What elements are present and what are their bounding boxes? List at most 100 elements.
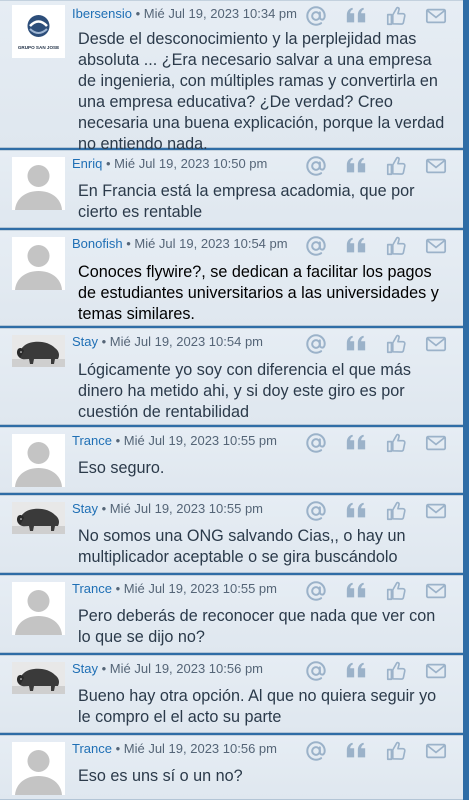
post-text: Eso seguro.: [78, 459, 165, 477]
post-date: Mié Jul 19, 2023 10:50 pm: [114, 156, 268, 171]
mention-icon[interactable]: [305, 580, 327, 602]
post-text: Pero deberás de reconocer que nada que v…: [78, 607, 436, 646]
message-icon[interactable]: [425, 5, 447, 27]
message-icon[interactable]: [425, 660, 447, 682]
mention-icon[interactable]: [305, 500, 327, 522]
avatar[interactable]: [12, 335, 65, 367]
quote-icon[interactable]: [345, 5, 367, 27]
post: Trance • Mié Jul 19, 2023 10:56 pm Eso e…: [0, 735, 463, 800]
like-icon[interactable]: [385, 155, 407, 177]
post-date: Mié Jul 19, 2023 10:55 pm: [123, 581, 277, 596]
post-date: Mié Jul 19, 2023 10:56 pm: [123, 741, 277, 756]
post-text: Bueno hay otra opción. Al que no quiera …: [78, 687, 437, 726]
post-date: Mié Jul 19, 2023 10:54 pm: [134, 236, 288, 251]
like-icon[interactable]: [385, 5, 407, 27]
post-author[interactable]: Bonofish: [72, 236, 123, 251]
post-text: Eso es uns sí o un no?: [78, 767, 243, 785]
post-meta: Trance • Mié Jul 19, 2023 10:56 pm: [72, 741, 277, 756]
message-icon[interactable]: [425, 155, 447, 177]
avatar[interactable]: [12, 157, 65, 210]
message-icon[interactable]: [425, 580, 447, 602]
avatar[interactable]: [12, 434, 65, 487]
bison-avatar-icon: [12, 502, 65, 534]
post-author[interactable]: Trance: [72, 581, 112, 596]
post-meta: Enriq • Mié Jul 19, 2023 10:50 pm: [72, 156, 268, 171]
post-author[interactable]: Trance: [72, 741, 112, 756]
post-date: Mié Jul 19, 2023 10:55 pm: [123, 433, 277, 448]
post: Trance • Mié Jul 19, 2023 10:55 pm Eso s…: [0, 427, 463, 493]
message-icon[interactable]: [425, 432, 447, 454]
quote-icon[interactable]: [345, 740, 367, 762]
quote-icon[interactable]: [345, 155, 367, 177]
avatar[interactable]: GRUPO SAN JOSE: [12, 5, 65, 58]
default-avatar-icon: [12, 434, 65, 487]
post: Bonofish • Mié Jul 19, 2023 10:54 pm Con…: [0, 230, 463, 326]
post: Enriq • Mié Jul 19, 2023 10:50 pm En Fra…: [0, 150, 463, 228]
post: Trance • Mié Jul 19, 2023 10:55 pm Pero …: [0, 575, 463, 653]
bison-avatar-icon: [12, 662, 65, 694]
quote-icon[interactable]: [345, 432, 367, 454]
post: Stay • Mié Jul 19, 2023 10:56 pm Bueno h…: [0, 655, 463, 733]
post-text: En Francia está la empresa acadomia, que…: [78, 182, 415, 221]
company-logo: GRUPO SAN JOSE: [12, 5, 65, 58]
post-text: No somos una ONG salvando Cias,, o hay u…: [78, 527, 406, 566]
post-meta: Trance • Mié Jul 19, 2023 10:55 pm: [72, 433, 277, 448]
like-icon[interactable]: [385, 580, 407, 602]
mention-icon[interactable]: [305, 155, 327, 177]
post-meta: Bonofish • Mié Jul 19, 2023 10:54 pm: [72, 236, 288, 251]
post-author[interactable]: Trance: [72, 433, 112, 448]
post-date: Mié Jul 19, 2023 10:56 pm: [109, 661, 264, 676]
avatar[interactable]: [12, 742, 65, 795]
post-date: Mié Jul 19, 2023 10:34 pm: [143, 6, 297, 21]
default-avatar-icon: [12, 237, 65, 290]
post-feed: GRUPO SAN JOSE Ibersensio • Mié Jul 19, …: [0, 0, 469, 800]
message-icon[interactable]: [425, 333, 447, 355]
quote-icon[interactable]: [345, 500, 367, 522]
message-icon[interactable]: [425, 740, 447, 762]
avatar[interactable]: [12, 237, 65, 290]
quote-icon[interactable]: [345, 660, 367, 682]
quote-icon[interactable]: [345, 235, 367, 257]
mention-icon[interactable]: [305, 660, 327, 682]
post-author[interactable]: Stay: [72, 334, 98, 349]
post-author[interactable]: Ibersensio: [72, 6, 132, 21]
mention-icon[interactable]: [305, 432, 327, 454]
like-icon[interactable]: [385, 660, 407, 682]
svg-text:GRUPO SAN JOSE: GRUPO SAN JOSE: [18, 45, 59, 50]
like-icon[interactable]: [385, 432, 407, 454]
bison-avatar-icon: [12, 335, 65, 367]
post-meta: Trance • Mié Jul 19, 2023 10:55 pm: [72, 581, 277, 596]
message-icon[interactable]: [425, 500, 447, 522]
post-author[interactable]: Enriq: [72, 156, 102, 171]
post-meta: Ibersensio • Mié Jul 19, 2023 10:34 pm: [72, 6, 297, 21]
like-icon[interactable]: [385, 740, 407, 762]
post: Stay • Mié Jul 19, 2023 10:54 pm Lógicam…: [0, 328, 463, 425]
like-icon[interactable]: [385, 333, 407, 355]
post-author[interactable]: Stay: [72, 661, 98, 676]
post-author[interactable]: Stay: [72, 501, 98, 516]
mention-icon[interactable]: [305, 740, 327, 762]
quote-icon[interactable]: [345, 333, 367, 355]
default-avatar-icon: [12, 157, 65, 210]
avatar[interactable]: [12, 502, 65, 534]
avatar[interactable]: [12, 582, 65, 635]
quote-icon[interactable]: [345, 580, 367, 602]
post-text: Desde el desconocimiento y la perplejida…: [78, 30, 445, 153]
post-date: Mié Jul 19, 2023 10:54 pm: [109, 334, 264, 349]
post: GRUPO SAN JOSE Ibersensio • Mié Jul 19, …: [0, 0, 463, 153]
post: Stay • Mié Jul 19, 2023 10:55 pm No somo…: [0, 495, 463, 573]
post-meta: Stay • Mié Jul 19, 2023 10:54 pm: [72, 334, 264, 349]
default-avatar-icon: [12, 742, 65, 795]
default-avatar-icon: [12, 582, 65, 635]
like-icon[interactable]: [385, 500, 407, 522]
post-meta: Stay • Mié Jul 19, 2023 10:55 pm: [72, 501, 264, 516]
post-meta: Stay • Mié Jul 19, 2023 10:56 pm: [72, 661, 264, 676]
post-date: Mié Jul 19, 2023 10:55 pm: [109, 501, 264, 516]
post-text: Lógicamente yo soy con diferencia el que…: [78, 361, 411, 421]
message-icon[interactable]: [425, 235, 447, 257]
like-icon[interactable]: [385, 235, 407, 257]
mention-icon[interactable]: [305, 5, 327, 27]
mention-icon[interactable]: [305, 333, 327, 355]
mention-icon[interactable]: [305, 235, 327, 257]
avatar[interactable]: [12, 662, 65, 694]
